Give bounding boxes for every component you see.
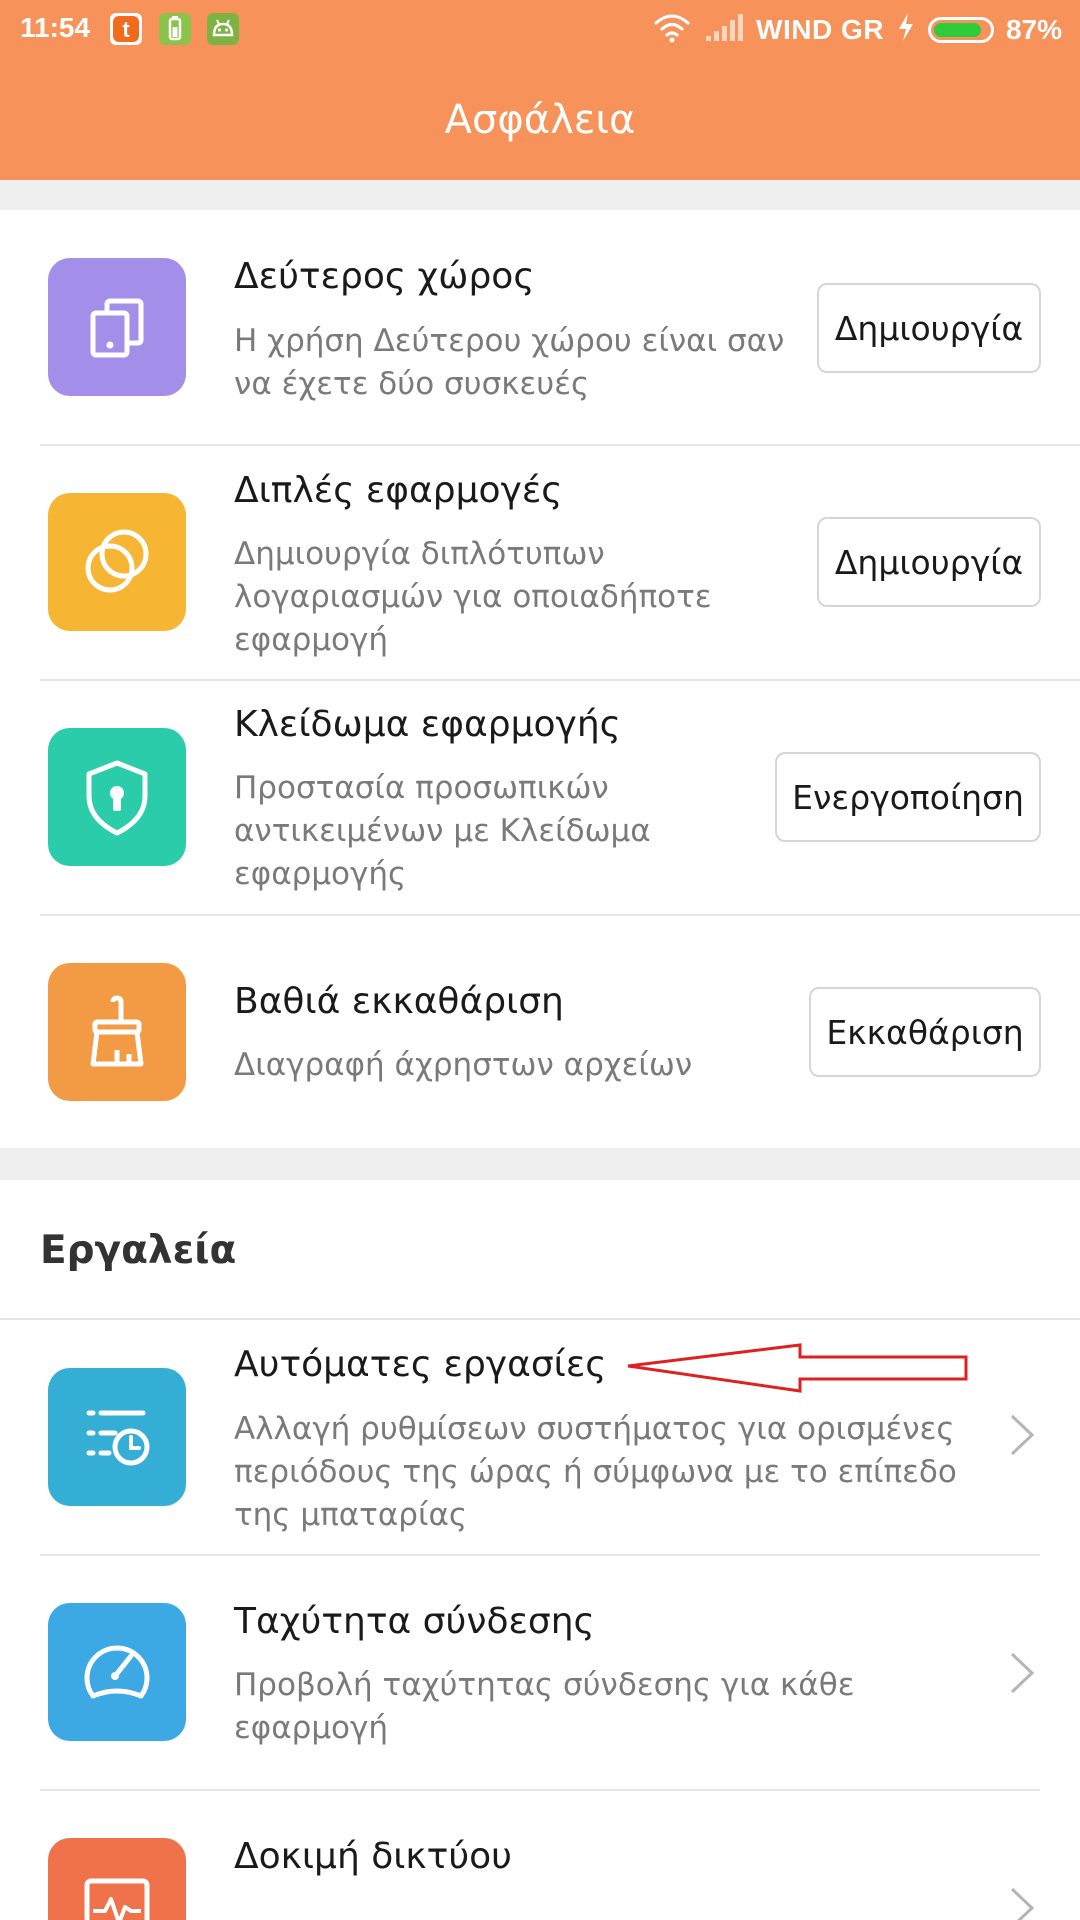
android-app-icon [207, 13, 239, 45]
wifi-icon [652, 11, 692, 50]
item-title: Διπλές εφαρμογές [234, 470, 563, 511]
list-item-second-space[interactable]: Δεύτερος χώρος Η χρήση Δεύτερου χώρου εί… [0, 210, 1080, 444]
network-test-icon [48, 1838, 186, 1920]
speedometer-icon [48, 1603, 186, 1741]
section-spacer [0, 180, 1080, 210]
chevron-right-icon [1010, 1414, 1035, 1456]
item-description: Η χρήση Δεύτερου χώρου είναι σαν [234, 323, 785, 359]
dual-apps-icon [48, 493, 186, 631]
item-description: αντικειμένων με Κλείδωμα [234, 813, 651, 849]
app-header: Ασφάλεια [0, 60, 1080, 180]
item-description: Αλλαγή ρυθμίσεων συστήματος για ορισμένε… [234, 1411, 955, 1447]
item-description: Διαγραφή άχρηστων αρχείων [234, 1047, 693, 1083]
item-description: λογαριασμών για οποιαδήποτε [234, 579, 712, 615]
chevron-right-icon [1010, 1887, 1035, 1920]
list-item-deep-clean[interactable]: Βαθιά εκκαθάριση Διαγραφή άχρηστων αρχεί… [0, 916, 1080, 1148]
page-title: Ασφάλεια [444, 97, 636, 143]
second-space-icon [48, 258, 186, 396]
scheduled-tasks-icon [48, 1368, 186, 1506]
item-title: Δεύτερος χώρος [234, 256, 535, 297]
app-notification-icon: t [110, 13, 142, 45]
chevron-right-icon [1010, 1652, 1035, 1694]
item-title: Κλείδωμα εφαρμογής [234, 704, 621, 745]
item-description: να έχετε δύο συσκευές [234, 366, 590, 402]
battery-percent: 87% [1005, 14, 1062, 45]
deep-clean-button[interactable]: Εκκαθάριση [809, 987, 1041, 1077]
section-title-tools: Εργαλεία [40, 1228, 237, 1273]
item-description: της μπαταρίας [234, 1497, 468, 1533]
charging-icon [896, 12, 916, 49]
item-description: Προβολή ταχύτητας σύνδεσης για κάθε [234, 1667, 855, 1703]
item-description: εφαρμογής [234, 856, 407, 892]
battery-app-icon [159, 13, 191, 45]
status-bar: 11:54 t WIND GR 87% [0, 0, 1080, 60]
battery-level [933, 23, 981, 37]
carrier-name: WIND GR [756, 14, 884, 45]
item-title: Ταχύτητα σύνδεσης [234, 1601, 595, 1642]
create-second-space-button[interactable]: Δημιουργία [817, 283, 1041, 373]
enable-app-lock-button[interactable]: Ενεργοποίηση [775, 752, 1041, 842]
item-title: Αυτόματες εργασίες [234, 1344, 607, 1385]
create-dual-app-button[interactable]: Δημιουργία [817, 517, 1041, 607]
item-description: Δημιουργία διπλότυπων [234, 536, 605, 572]
item-description: Προστασία προσωπικών [234, 770, 609, 806]
section-spacer [0, 1148, 1080, 1180]
svg-text:t: t [122, 17, 130, 42]
list-item-dual-apps[interactable]: Διπλές εφαρμογές Δημιουργία διπλότυπων λ… [0, 446, 1080, 680]
broom-icon [48, 963, 186, 1101]
status-time: 11:54 [20, 12, 91, 43]
annotation-arrow [627, 1343, 968, 1393]
list-item-app-lock[interactable]: Κλείδωμα εφαρμογής Προστασία προσωπικών … [0, 681, 1080, 915]
signal-icon [704, 12, 744, 49]
item-description: εφαρμογή [234, 1710, 389, 1746]
item-description: περιόδους της ώρας ή σύμφωνα με το επίπε… [234, 1454, 957, 1490]
list-item-network-test[interactable]: Δοκιμή δικτύου [0, 1791, 1080, 1920]
item-title: Δοκιμή δικτύου [234, 1836, 512, 1877]
list-item-connection-speed[interactable]: Ταχύτητα σύνδεσης Προβολή ταχύτητας σύνδ… [0, 1556, 1080, 1790]
item-title: Βαθιά εκκαθάριση [234, 981, 564, 1022]
shield-lock-icon [48, 728, 186, 866]
item-description: εφαρμογή [234, 622, 389, 658]
battery-icon [927, 17, 994, 43]
